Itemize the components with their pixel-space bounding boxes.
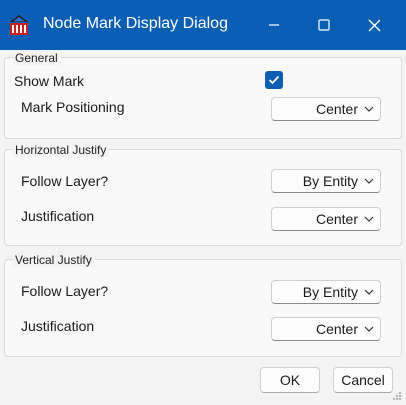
show-mark-checkbox[interactable] [265,71,283,89]
vertical-justify-title: Vertical Justify [13,253,95,267]
vertical-follow-layer-dropdown[interactable]: By Entity [271,280,381,304]
horizontal-follow-layer-value: By Entity [302,173,358,189]
vertical-justification-value: Center [315,321,358,337]
title-bar[interactable]: Node Mark Display Dialog [0,0,406,50]
horizontal-justification-label: Justification [21,208,95,224]
chevron-down-icon [364,326,374,332]
app-logo-icon [10,15,28,35]
cancel-button[interactable]: Cancel [333,367,393,393]
show-mark-label: Show Mark [14,73,85,89]
chevron-down-icon [364,289,374,295]
mark-positioning-label: Mark Positioning [21,99,125,115]
dialog-body: General Show Mark Mark Positioning Cente… [0,50,406,405]
vertical-follow-layer-value: By Entity [302,284,358,300]
horizontal-follow-layer-dropdown[interactable]: By Entity [271,169,381,193]
horizontal-justification-value: Center [315,211,358,227]
maximize-icon [318,19,330,31]
vertical-justify-group: Vertical Justify Follow Layer? By Entity… [4,253,402,357]
chevron-down-icon [364,216,374,222]
chevron-down-icon [364,178,374,184]
resize-grip-icon[interactable] [392,391,402,401]
ok-button[interactable]: OK [260,367,320,393]
vertical-justification-dropdown[interactable]: Center [271,317,381,341]
horizontal-justify-group: Horizontal Justify Follow Layer? By Enti… [4,143,402,246]
window-title: Node Mark Display Dialog [43,15,228,32]
minimize-icon [269,24,279,26]
horizontal-follow-layer-label: Follow Layer? [21,173,109,189]
vertical-justification-label: Justification [21,318,95,334]
general-group-title: General [13,51,61,65]
close-icon [368,19,380,31]
maximize-button[interactable] [299,0,349,50]
minimize-button[interactable] [249,0,299,50]
mark-positioning-value: Center [315,101,358,117]
chevron-down-icon [364,106,374,112]
checkmark-icon [268,75,280,85]
horizontal-justify-title: Horizontal Justify [13,143,110,157]
general-group: General Show Mark Mark Positioning Cente… [4,51,402,139]
vertical-follow-layer-label: Follow Layer? [21,283,109,299]
mark-positioning-dropdown[interactable]: Center [271,97,381,121]
horizontal-justification-dropdown[interactable]: Center [271,207,381,231]
close-button[interactable] [349,0,399,50]
